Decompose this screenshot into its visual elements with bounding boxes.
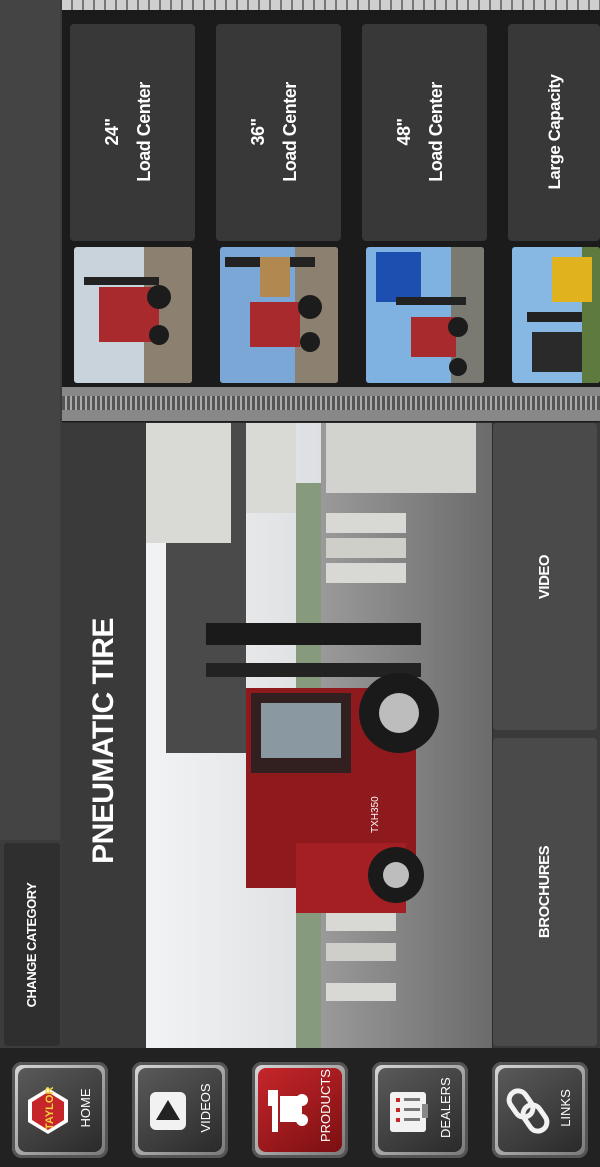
card-photo [74, 247, 192, 383]
carousel-card-large-capacity[interactable]: Large Capacity [504, 22, 600, 389]
card-line2: Load Center [426, 82, 446, 182]
card-line1: 36" [248, 118, 268, 146]
left-sidebar: CHANGE CATEGORY [0, 0, 62, 1048]
carousel-rail-top [62, 0, 600, 10]
card-line2: Load Center [134, 82, 154, 182]
nav-dealers-label: DEALERS [438, 1077, 453, 1138]
card-line1: 48" [394, 118, 414, 146]
video-label: VIDEO [536, 554, 553, 600]
chain-link-icon [506, 1088, 550, 1134]
nav-products-label: PRODUCTS [318, 1069, 333, 1142]
card-photo [512, 247, 600, 383]
nav-button-face: TAYLOR HOME [18, 1068, 102, 1152]
app-screen: CHANGE CATEGORY PNEUMATIC TIRE TXH350 VI… [0, 0, 600, 1167]
change-category-button[interactable]: CHANGE CATEGORY [4, 843, 60, 1046]
product-hero-image: TXH350 [146, 423, 492, 1048]
carousel-card-24-load-center[interactable]: 24" Load Center [66, 22, 198, 389]
play-icon [150, 1092, 186, 1130]
carousel-rail-bottom [62, 387, 600, 421]
forklift-photo: TXH350 [146, 423, 492, 1048]
card-photo [366, 247, 484, 383]
nav-links-button[interactable]: LINKS [492, 1062, 588, 1158]
nav-home-label: HOME [78, 1088, 93, 1128]
truck-model-text: TXH350 [370, 796, 381, 833]
card-line1: 24" [102, 118, 122, 146]
nav-products-button[interactable]: PRODUCTS [252, 1062, 348, 1158]
taylor-logo-icon: TAYLOR [28, 1087, 68, 1134]
product-title-panel: PNEUMATIC TIRE [62, 423, 146, 1048]
logo-text: TAYLOR [44, 1087, 56, 1130]
nav-links-label: LINKS [558, 1089, 573, 1127]
nav-dealers-button[interactable]: DEALERS [372, 1062, 468, 1158]
subcategory-carousel[interactable]: 24" Load Center 36" Load Center 48" Load… [62, 0, 600, 422]
card-line2: Load Center [280, 82, 300, 182]
product-title: PNEUMATIC TIRE [87, 618, 120, 864]
forklift-icon [268, 1090, 308, 1132]
video-button[interactable]: VIDEO [493, 423, 597, 730]
nav-videos-label: VIDEOS [198, 1083, 213, 1133]
nav-videos-button[interactable]: VIDEOS [132, 1062, 228, 1158]
carousel-card-36-load-center[interactable]: 36" Load Center [212, 22, 344, 389]
brochures-label: BROCHURES [536, 845, 553, 939]
carousel-card-48-load-center[interactable]: 48" Load Center [358, 22, 490, 389]
bottom-navigation: TAYLOR HOME VIDEOS PRODUCTS DEALERS LINK… [0, 1048, 600, 1167]
card-line1: Large Capacity [545, 74, 564, 190]
card-label-box: Large Capacity [508, 24, 600, 241]
nav-button-face: LINKS [498, 1068, 582, 1152]
nav-button-face-active: PRODUCTS [258, 1068, 342, 1152]
nav-button-face: VIDEOS [138, 1068, 222, 1152]
product-actions: VIDEO BROCHURES [493, 423, 600, 1048]
card-photo [220, 247, 338, 383]
brochures-button[interactable]: BROCHURES [493, 738, 597, 1046]
card-label-box: 36" Load Center [216, 24, 341, 241]
nav-button-face: DEALERS [378, 1068, 462, 1152]
nav-home-button[interactable]: TAYLOR HOME [12, 1062, 108, 1158]
clipboard-icon [390, 1092, 428, 1132]
change-category-label: CHANGE CATEGORY [24, 882, 39, 1008]
sidebar-panel [0, 0, 60, 840]
card-label-box: 24" Load Center [70, 24, 195, 241]
card-label-box: 48" Load Center [362, 24, 487, 241]
